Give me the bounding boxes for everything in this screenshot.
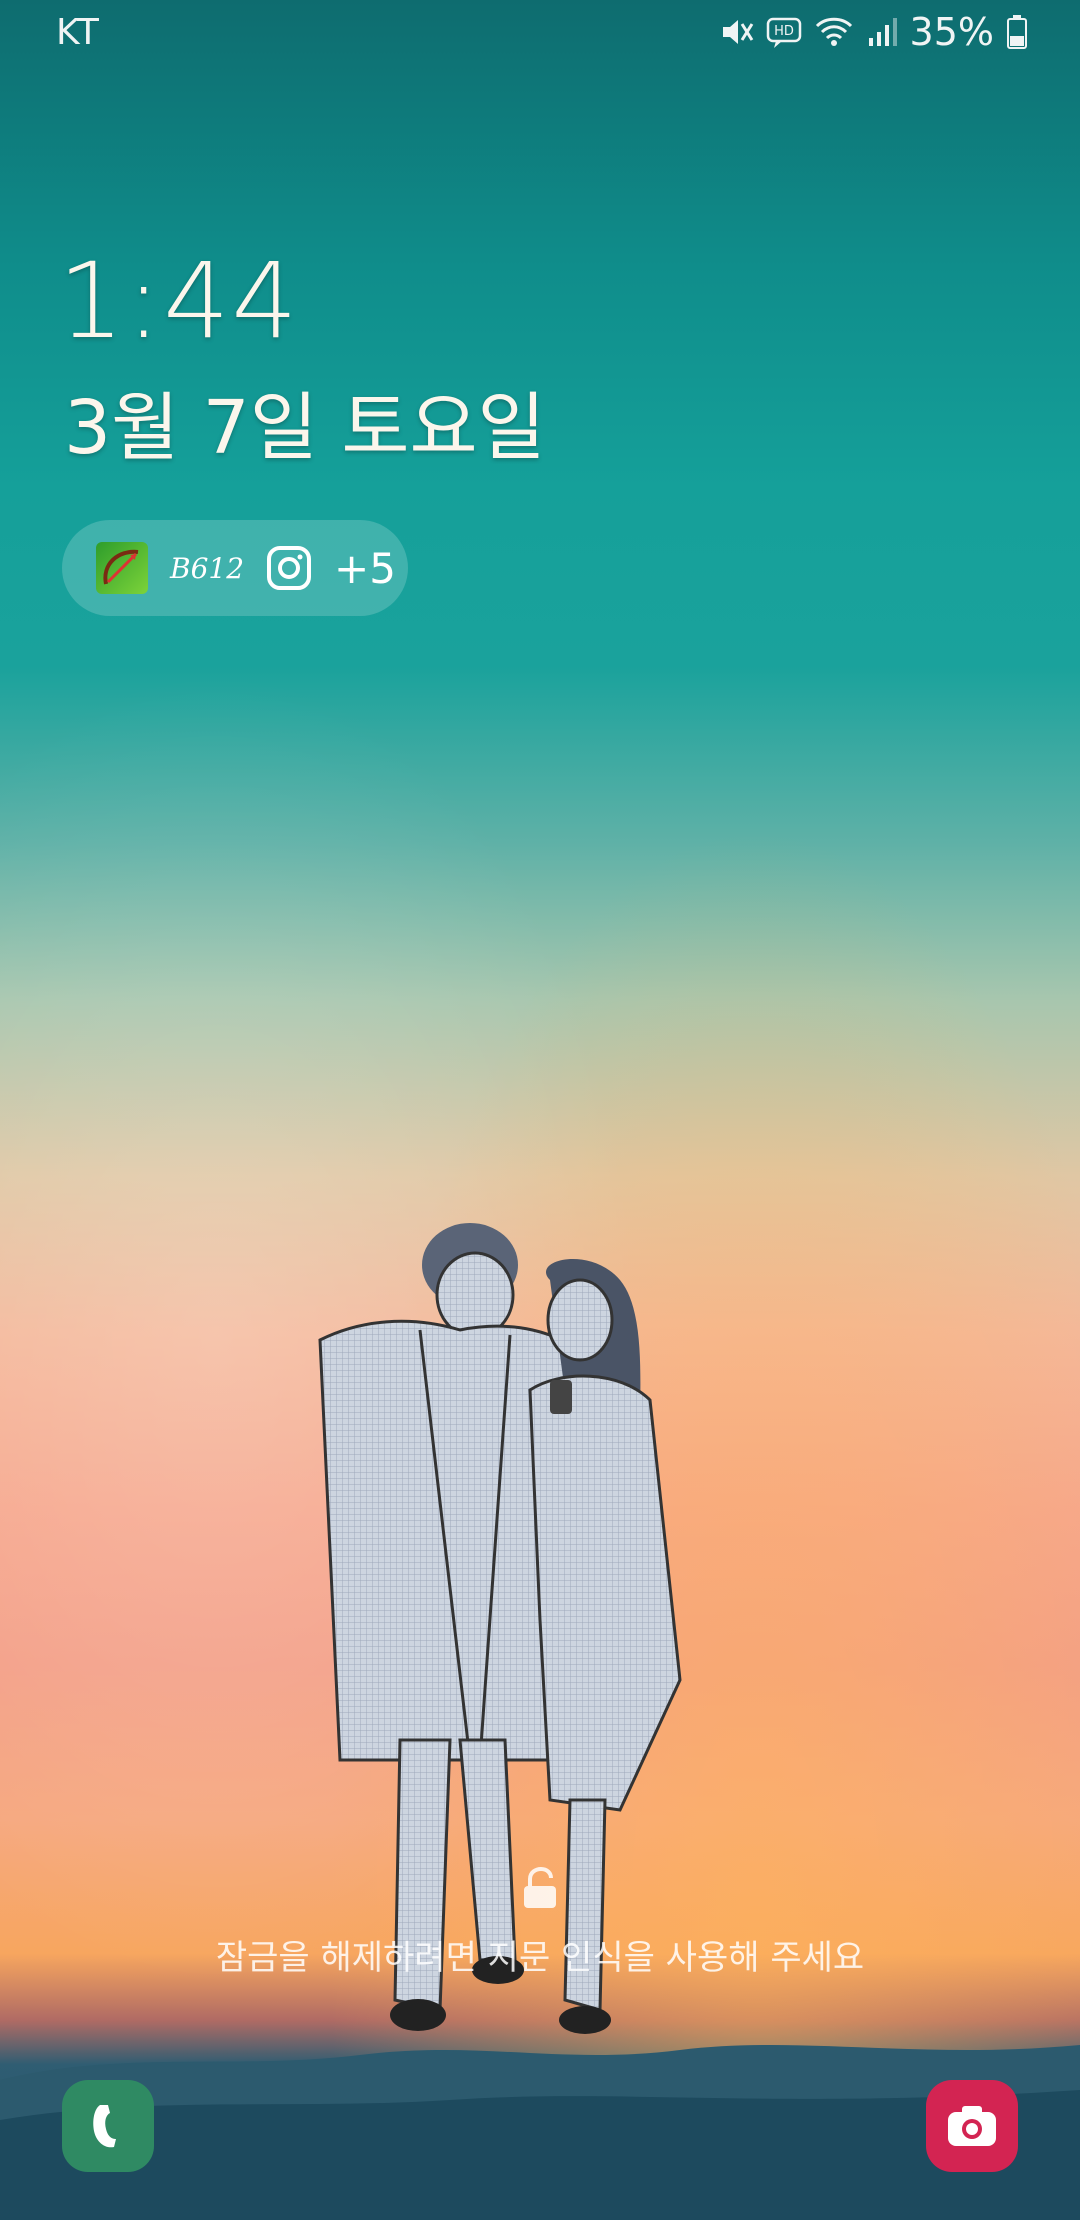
status-icons: HD 35%: [718, 10, 1028, 54]
lock-date: 3월 7일 토요일: [64, 385, 546, 471]
svg-text:HD: HD: [774, 24, 794, 39]
notification-icons-pill[interactable]: B612 +5: [62, 520, 408, 616]
more-notifications-count: +5: [334, 543, 396, 593]
signal-icon: [868, 18, 897, 46]
battery-icon: [1007, 15, 1027, 49]
hd-voice-icon: HD: [766, 17, 801, 48]
archery-app-icon: [96, 542, 148, 594]
status-bar: KT HD 35%: [0, 0, 1080, 70]
phone-shortcut-button[interactable]: [62, 2080, 154, 2172]
instagram-icon: [267, 546, 312, 590]
phone-icon: [93, 2105, 116, 2148]
mute-icon: [722, 20, 753, 44]
lock-screen: KT HD 35% 1:44 3월 7일 토요일 B612 +5 잠금을 해제하…: [0, 0, 1080, 2220]
carrier-label: KT: [56, 12, 99, 53]
unlock-hint-text: 잠금을 해제하려면 지문 인식을 사용해 주세요: [215, 1938, 865, 1978]
wifi-icon: [815, 17, 852, 46]
camera-shortcut-button[interactable]: [926, 2080, 1018, 2172]
unlock-icon: [524, 1866, 556, 1908]
battery-percent: 35%: [909, 10, 994, 54]
camera-icon: [948, 2106, 996, 2146]
lock-clock: 1:44: [58, 240, 300, 362]
b612-app-icon: B612: [170, 551, 245, 585]
